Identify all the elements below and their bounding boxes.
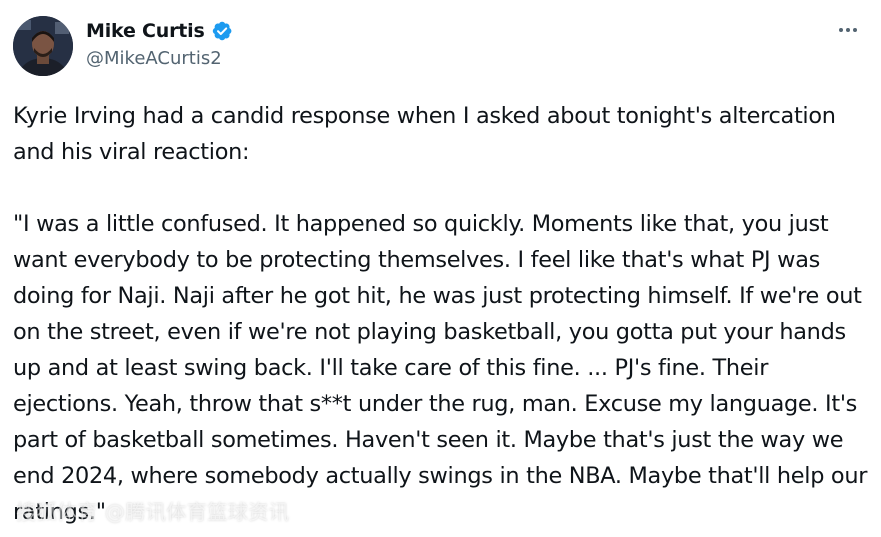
tweet-paragraph-quote: "I was a little confused. It happened so… [13,211,868,525]
tweet-text: Kyrie Irving had a candid response when … [13,98,875,530]
more-options-button[interactable] [832,16,864,44]
more-dot [846,28,850,32]
more-dot [853,28,857,32]
more-horizontal-icon [839,28,843,32]
tweet-card: Mike Curtis @MikeACurtis2 Kyrie Irving h… [0,0,881,537]
author-handle[interactable]: @MikeACurtis2 [86,48,222,69]
author-display-name[interactable]: Mike Curtis [86,20,205,42]
tweet-paragraph-intro: Kyrie Irving had a candid response when … [13,103,836,165]
author-name-row: Mike Curtis [86,18,233,44]
avatar[interactable] [13,16,73,76]
verified-badge-icon [211,20,233,42]
